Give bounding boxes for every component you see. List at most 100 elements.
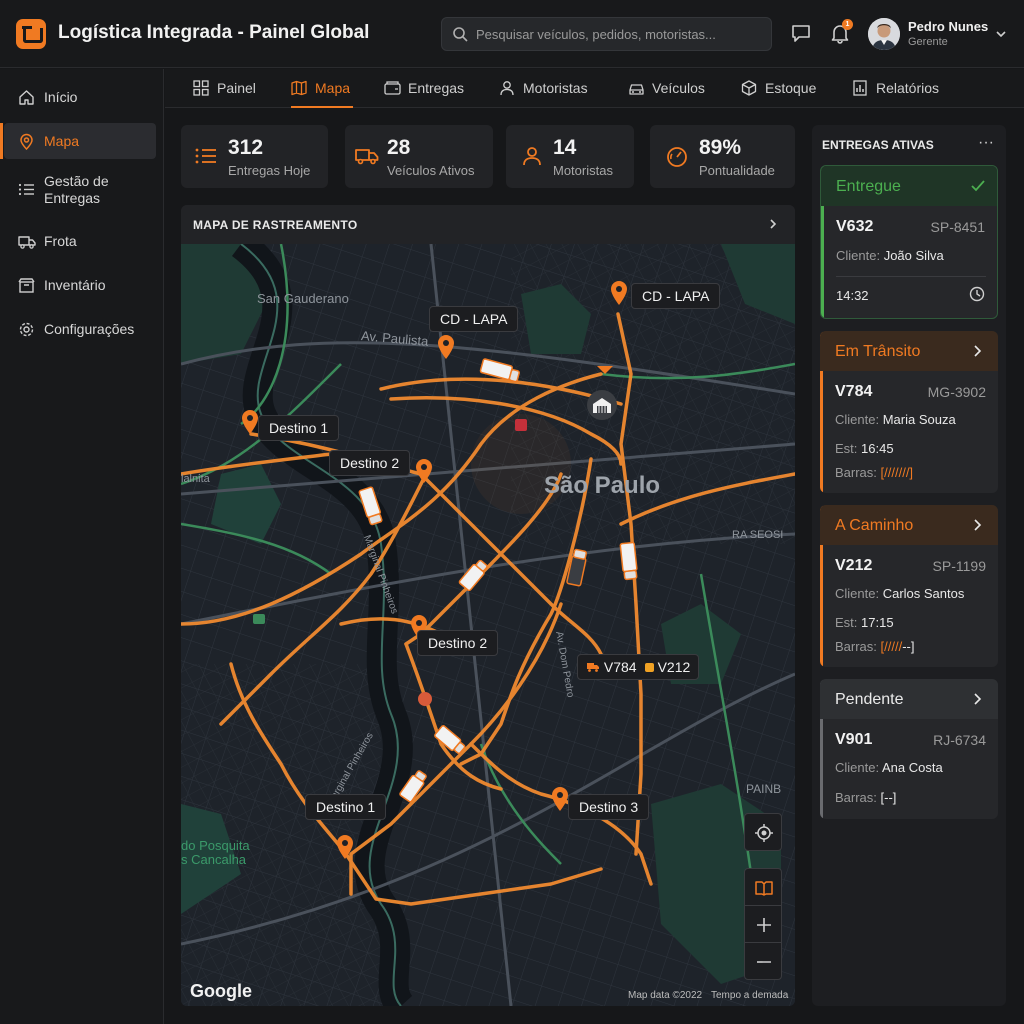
client-name: João Silva — [883, 248, 944, 263]
stat-label: Veículos Ativos — [387, 163, 475, 178]
sidebar-item-inventario[interactable]: Inventário — [4, 267, 156, 303]
truck-group-label[interactable]: V784 V212 — [577, 654, 700, 680]
map-layers-button[interactable] — [744, 868, 782, 906]
tab-estoque[interactable]: Estoque — [741, 69, 821, 108]
car-icon — [629, 84, 644, 95]
pin-label-cd-lapa[interactable]: CD - LAPA — [631, 283, 721, 309]
more-options-icon[interactable]: ··· — [978, 134, 994, 152]
chevron-right-icon[interactable] — [970, 518, 984, 532]
pin-label-cd-lapa[interactable]: CD - LAPA — [429, 306, 519, 332]
pin-label-destino[interactable]: Destino 2 — [417, 630, 499, 656]
delivery-time: 14:32 — [836, 288, 869, 303]
pin-label-destino[interactable]: Destino 3 — [568, 794, 650, 820]
progress-line: Barras: [--] — [835, 790, 897, 805]
place-label: s Cancalha — [181, 852, 247, 867]
warehouse-icon — [587, 390, 617, 420]
chevron-down-icon[interactable] — [995, 28, 1007, 40]
chevron-right-icon[interactable] — [970, 692, 984, 706]
truck-marker-icon[interactable] — [429, 720, 471, 760]
tab-painel[interactable]: Painel — [193, 69, 261, 108]
chevron-right-icon[interactable] — [970, 344, 984, 358]
cube-icon — [741, 80, 757, 96]
location-pin-icon[interactable] — [609, 280, 629, 306]
search-bar[interactable] — [441, 17, 772, 51]
client-line: Cliente: Carlos Santos — [835, 586, 965, 601]
tab-relatorios[interactable]: Relatórios — [852, 69, 944, 108]
tab-veiculos[interactable]: Veículos — [628, 69, 708, 108]
eta-value: 17:15 — [861, 615, 894, 630]
delivery-card[interactable]: A Caminho V212 SP-1199 Cliente: Carlos S… — [820, 505, 998, 667]
minus-icon — [757, 961, 771, 963]
progress-line: Barras: [/////--] — [835, 639, 915, 654]
progress-bars: [///// — [880, 639, 903, 654]
stat-card-motoristas: 14 Motoristas — [506, 125, 634, 188]
location-pin-icon[interactable] — [436, 334, 456, 360]
truck-icon — [355, 149, 379, 165]
location-pin-icon[interactable] — [550, 786, 570, 812]
location-pin-icon[interactable] — [335, 834, 355, 860]
tab-label: Motoristas — [523, 80, 588, 96]
check-icon — [971, 180, 985, 192]
active-deliveries-panel: ENTREGAS ATIVAS ··· Entregue V632 SP-845… — [812, 125, 1006, 1006]
location-pin-icon[interactable] — [414, 458, 434, 484]
location-pin-icon[interactable] — [240, 409, 260, 435]
zoom-in-button[interactable] — [744, 905, 782, 943]
card-header: Em Trânsito — [820, 331, 998, 371]
vehicle-id: V212 — [835, 557, 873, 574]
locate-button[interactable] — [744, 813, 782, 851]
client-name: Carlos Santos — [882, 586, 965, 601]
search-input[interactable] — [476, 18, 766, 50]
tab-entregas[interactable]: Entregas — [384, 69, 468, 108]
delivery-card[interactable]: Em Trânsito V784 MG-3902 Cliente: Maria … — [820, 331, 998, 493]
progress-line: Barras: [///////] — [835, 465, 914, 480]
clock-icon — [969, 286, 985, 302]
truck-id: V212 — [657, 659, 691, 675]
truck-marker-icon[interactable] — [393, 766, 433, 808]
panel-title: ENTREGAS ATIVAS — [822, 138, 934, 152]
sidebar-item-frota[interactable]: Frota — [4, 223, 156, 259]
sidebar-item-gestao[interactable]: Gestão de Entregas — [4, 167, 156, 211]
app-logo-icon[interactable] — [16, 19, 46, 49]
sidebar-item-mapa[interactable]: Mapa — [0, 123, 156, 159]
sidebar-item-label: Frota — [44, 233, 77, 249]
vehicle-id: V632 — [836, 218, 874, 235]
truck-marker-icon[interactable] — [563, 547, 591, 589]
avatar[interactable] — [868, 18, 900, 50]
sidebar-item-label: Inventário — [44, 277, 106, 293]
pin-label-destino[interactable]: Destino 1 — [258, 415, 340, 441]
chat-icon[interactable] — [790, 22, 812, 44]
pin-label-destino[interactable]: Destino 2 — [329, 450, 411, 476]
truck-marker-icon[interactable] — [357, 484, 385, 528]
tab-mapa[interactable]: Mapa — [291, 69, 353, 108]
place-label: San Gauderano — [257, 291, 349, 306]
user-name[interactable]: Pedro Nunes — [908, 19, 988, 34]
map-attribution[interactable]: Map data ©2022 — [628, 990, 702, 1001]
user-role: Gerente — [908, 36, 948, 48]
sidebar-item-configuracoes[interactable]: Configurações — [4, 311, 156, 347]
map-icon — [291, 80, 307, 96]
chevron-right-icon[interactable] — [767, 218, 779, 230]
truck-marker-icon[interactable] — [615, 539, 643, 583]
map-attribution[interactable]: Tempo a demada — [711, 990, 788, 1001]
map-header: MAPA DE RASTREAMENTO — [181, 205, 795, 243]
report-icon — [853, 80, 867, 96]
package-icon — [384, 81, 401, 95]
notification-badge: 1 — [842, 19, 853, 30]
eta-line: Est: 17:15 — [835, 615, 894, 630]
stat-label: Motoristas — [553, 163, 613, 178]
delivery-card[interactable]: Pendente V901 RJ-6734 Cliente: Ana Costa… — [820, 679, 998, 819]
zoom-out-button[interactable] — [744, 942, 782, 980]
pin-label-destino[interactable]: Destino 1 — [305, 794, 387, 820]
eta-value: 16:45 — [861, 441, 894, 456]
delivery-card[interactable]: Entregue V632 SP-8451 Cliente: João Silv… — [820, 165, 998, 319]
sidebar-item-label: Mapa — [44, 133, 80, 149]
truck-marker-icon[interactable] — [477, 358, 521, 384]
divider — [836, 276, 986, 277]
card-header: Pendente — [820, 679, 998, 719]
truck-icon — [18, 236, 36, 249]
user-icon — [523, 147, 541, 166]
map-canvas[interactable]: San Gauderano Av. Paulista São Paulo lal… — [181, 244, 795, 1006]
tab-motoristas[interactable]: Motoristas — [499, 69, 597, 108]
truck-marker-icon[interactable] — [453, 556, 493, 596]
sidebar-item-inicio[interactable]: Início — [4, 79, 156, 115]
